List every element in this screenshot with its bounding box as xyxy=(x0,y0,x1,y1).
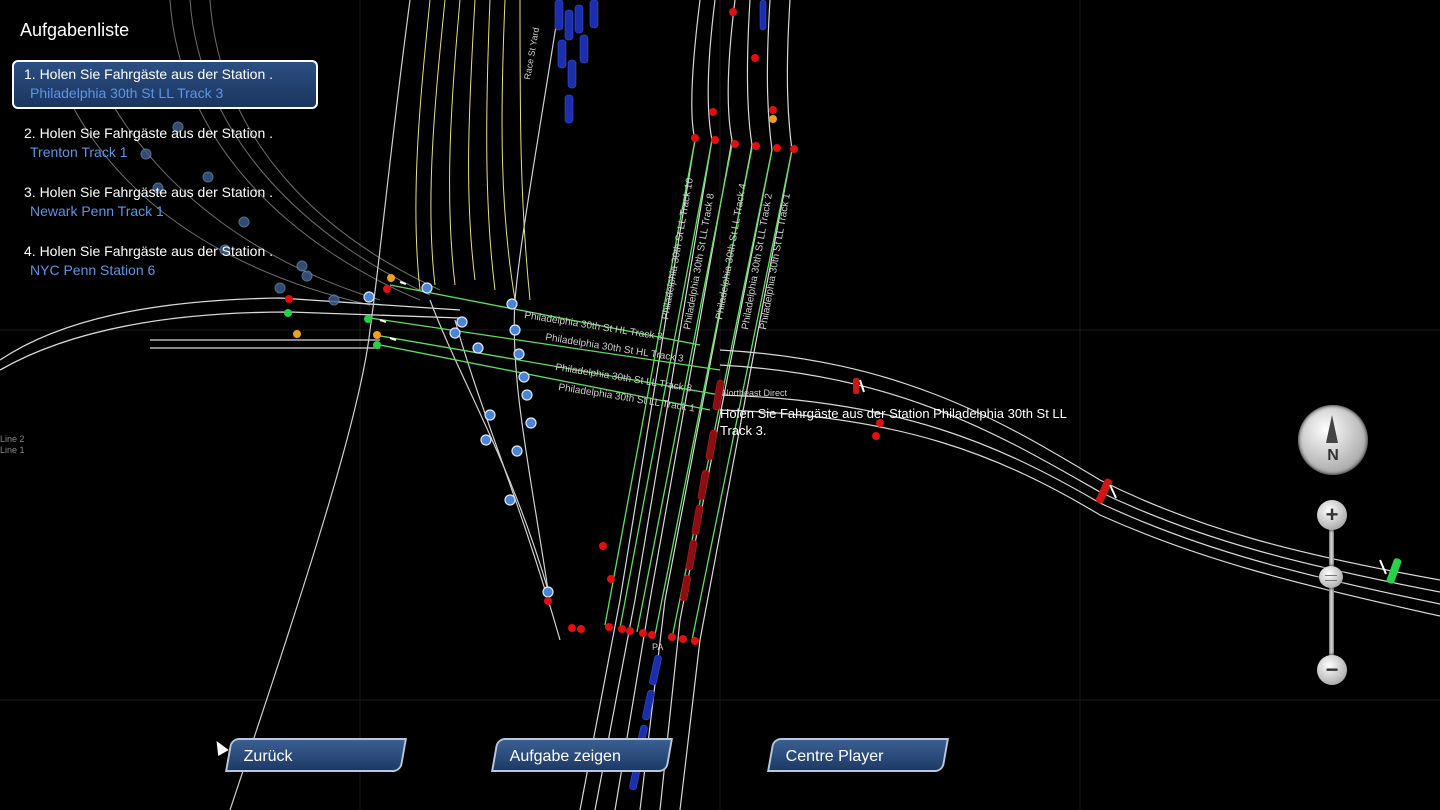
track-label: Northeast Direct xyxy=(722,388,788,398)
back-button[interactable]: Zurück xyxy=(225,738,407,772)
task-item-station: Newark Penn Track 1 xyxy=(30,203,164,219)
centre-player-button-label: Centre Player xyxy=(785,748,884,765)
task-item-text: 2. Holen Sie Fahrgäste aus der Station . xyxy=(24,125,274,141)
task-item-station: Philadelphia 30th St LL Track 3 xyxy=(30,85,224,101)
task-item-2[interactable]: 2. Holen Sie Fahrgäste aus der Station .… xyxy=(12,119,318,168)
train-blue-north xyxy=(554,0,767,124)
train-green-east xyxy=(1386,558,1402,584)
task-item-text: 1. Holen Sie Fahrgäste aus der Station . xyxy=(24,66,274,82)
zoom-slider-track[interactable] xyxy=(1329,520,1334,670)
back-button-label: Zurück xyxy=(243,748,293,765)
track-label: Race St Yard xyxy=(522,27,541,81)
show-task-button[interactable]: Aufgabe zeigen xyxy=(491,738,673,772)
west-tracks xyxy=(0,297,461,371)
task-item-1[interactable]: 1. Holen Sie Fahrgäste aus der Station .… xyxy=(12,60,318,109)
task-list-title: Aufgabenliste xyxy=(20,20,130,40)
zoom-slider-handle[interactable] xyxy=(1319,566,1343,588)
compass-north-label: N xyxy=(1327,447,1339,464)
track-label: PA xyxy=(652,642,663,652)
objective-map-label: Holen Sie Fahrgäste aus der Station Phil… xyxy=(720,406,1067,438)
centre-player-button[interactable]: Centre Player xyxy=(767,738,949,772)
task-item-station: NYC Penn Station 6 xyxy=(30,262,156,278)
yard-tracks xyxy=(415,0,531,301)
track-label: Line 1 xyxy=(0,445,25,455)
zoom-out-button[interactable]: − xyxy=(1317,655,1347,685)
task-item-text: 4. Holen Sie Fahrgäste aus der Station . xyxy=(24,243,274,259)
task-item-3[interactable]: 3. Holen Sie Fahrgäste aus der Station .… xyxy=(12,178,318,227)
task-item-station: Trenton Track 1 xyxy=(30,144,128,160)
task-list: 1. Holen Sie Fahrgäste aus der Station .… xyxy=(12,60,318,296)
show-task-button-label: Aufgabe zeigen xyxy=(509,748,621,765)
zoom-in-button[interactable]: + xyxy=(1317,500,1347,530)
task-item-text: 3. Holen Sie Fahrgäste aus der Station . xyxy=(24,184,274,200)
compass-needle-icon xyxy=(1326,415,1338,443)
compass[interactable]: N xyxy=(1298,405,1368,475)
track-label: Line 2 xyxy=(0,434,25,444)
task-item-4[interactable]: 4. Holen Sie Fahrgäste aus der Station .… xyxy=(12,237,318,286)
track-label: Philadelphia 30th St HL Track 3 xyxy=(545,332,685,365)
track-label: Philadelphia 30th St LL Track 4 xyxy=(714,182,749,320)
train-red-east xyxy=(853,378,1113,504)
